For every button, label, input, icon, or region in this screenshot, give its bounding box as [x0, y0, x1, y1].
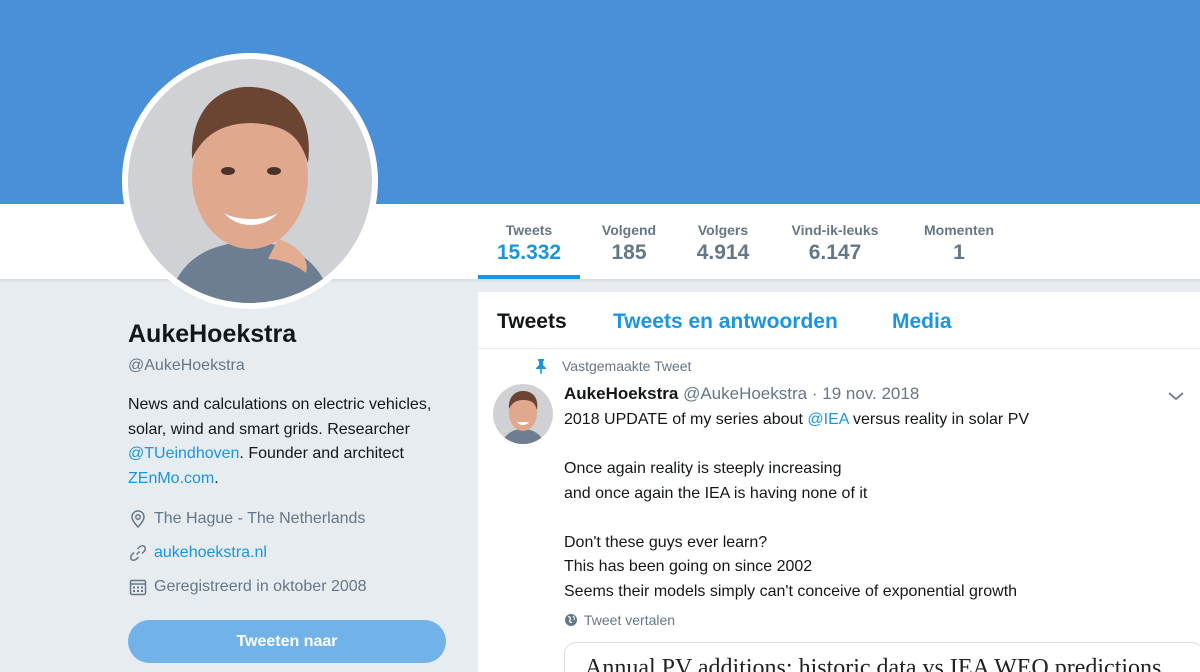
tweet-text-segment: 2018 UPDATE of my series about [564, 411, 808, 428]
tweet-line: Don't these guys ever learn? [564, 533, 768, 551]
tweet-line: 2018 UPDATE of my series about @IEA vers… [564, 408, 1164, 433]
stat-likes[interactable]: Vind-ik-leuks 6.147 [780, 204, 890, 280]
tweet-mention-link[interactable]: @IEA [807, 411, 848, 428]
pin-icon [534, 358, 548, 374]
bio-mention-link[interactable]: @TUeindhoven [128, 445, 239, 462]
tweet-line: This has been going on since 2002 [564, 558, 813, 575]
bio-text: . [214, 469, 219, 487]
tab-media[interactable]: Media [892, 310, 952, 334]
tweet-date[interactable]: 19 nov. 2018 [822, 384, 919, 403]
tweet-author-name[interactable]: AukeHoekstra [564, 384, 678, 403]
link-icon [128, 543, 148, 563]
pinned-text: Vastgemaakte Tweet [562, 358, 692, 374]
translate-tweet-link[interactable]: Tweet vertalen [564, 612, 675, 628]
tweet-author-avatar[interactable] [493, 384, 553, 444]
website-link[interactable]: aukehoekstra.nl [154, 544, 267, 562]
translate-text: Tweet vertalen [584, 612, 676, 628]
stat-label: Tweets [505, 222, 553, 238]
stat-label: Vind-ik-leuks [791, 222, 879, 238]
stat-label: Volgers [697, 222, 749, 238]
stat-value: 15.332 [496, 241, 562, 264]
tweet-to-button[interactable]: Tweeten naar [128, 620, 446, 663]
stat-value: 6.147 [808, 241, 862, 264]
chevron-down-icon[interactable] [1166, 388, 1186, 404]
tweet-text-segment: versus reality in solar PV [848, 411, 1030, 428]
timeline: Tweets Tweets en antwoorden Media Vastge… [478, 292, 1200, 672]
stat-label: Momenten [924, 222, 994, 238]
avatar-portrait [128, 59, 372, 303]
globe-icon [564, 613, 578, 627]
stat-label: Volgend [601, 222, 657, 238]
tweet-header: AukeHoekstra @AukeHoekstra · 19 nov. 201… [564, 384, 919, 404]
profile-website: aukehoekstra.nl [128, 543, 458, 563]
joined-text: Geregistreerd in oktober 2008 [154, 578, 367, 595]
profile-avatar[interactable] [122, 53, 378, 309]
location-text: The Hague - The Netherlands [154, 510, 366, 527]
tweet-separator: · [811, 384, 818, 403]
card-title: Annual PV additions: historic data vs IE… [585, 655, 1162, 672]
profile-location: The Hague - The Netherlands [128, 509, 458, 529]
tweet-line: Seems their models simply can't conceive… [564, 582, 1018, 600]
tweet-line: Once again reality is steeply increasing [564, 460, 842, 477]
location-pin-icon [128, 509, 148, 529]
profile-bio: News and calculations on electric vehicl… [128, 393, 458, 491]
stat-value: 185 [611, 241, 647, 264]
bio-site-link[interactable]: ZEnMo.com [128, 470, 214, 487]
bio-text: News and calculations on electric vehicl… [128, 396, 432, 438]
stat-moments[interactable]: Momenten 1 [914, 204, 1004, 280]
timeline-tabs: Tweets Tweets en antwoorden Media [478, 292, 1200, 349]
tweet-media-card[interactable]: Annual PV additions: historic data vs IE… [564, 642, 1200, 672]
tab-tweets-and-replies[interactable]: Tweets en antwoorden [613, 310, 838, 334]
bio-text: . Founder and architect [239, 445, 404, 462]
tweet-text: 2018 UPDATE of my series about @IEA vers… [564, 408, 1164, 604]
stat-tweets[interactable]: Tweets 15.332 [478, 204, 580, 280]
stat-value: 1 [953, 241, 965, 264]
calendar-icon [128, 577, 148, 597]
profile-card: AukeHoekstra @AukeHoekstra News and calc… [128, 320, 458, 597]
profile-handle: @AukeHoekstra [128, 357, 245, 374]
pinned-tweet-label: Vastgemaakte Tweet [534, 358, 691, 374]
stat-following[interactable]: Volgend 185 [594, 204, 664, 280]
profile-name[interactable]: AukeHoekstra [128, 320, 458, 349]
stat-value: 4.914 [696, 241, 750, 264]
profile-joined: Geregistreerd in oktober 2008 [128, 577, 458, 597]
stat-followers[interactable]: Volgers 4.914 [688, 204, 758, 280]
tweet-author-handle[interactable]: @AukeHoekstra [683, 384, 807, 403]
tweet-line: and once again the IEA is having none of… [564, 484, 868, 502]
tab-tweets[interactable]: Tweets [497, 310, 567, 334]
avatar-portrait [493, 384, 553, 444]
